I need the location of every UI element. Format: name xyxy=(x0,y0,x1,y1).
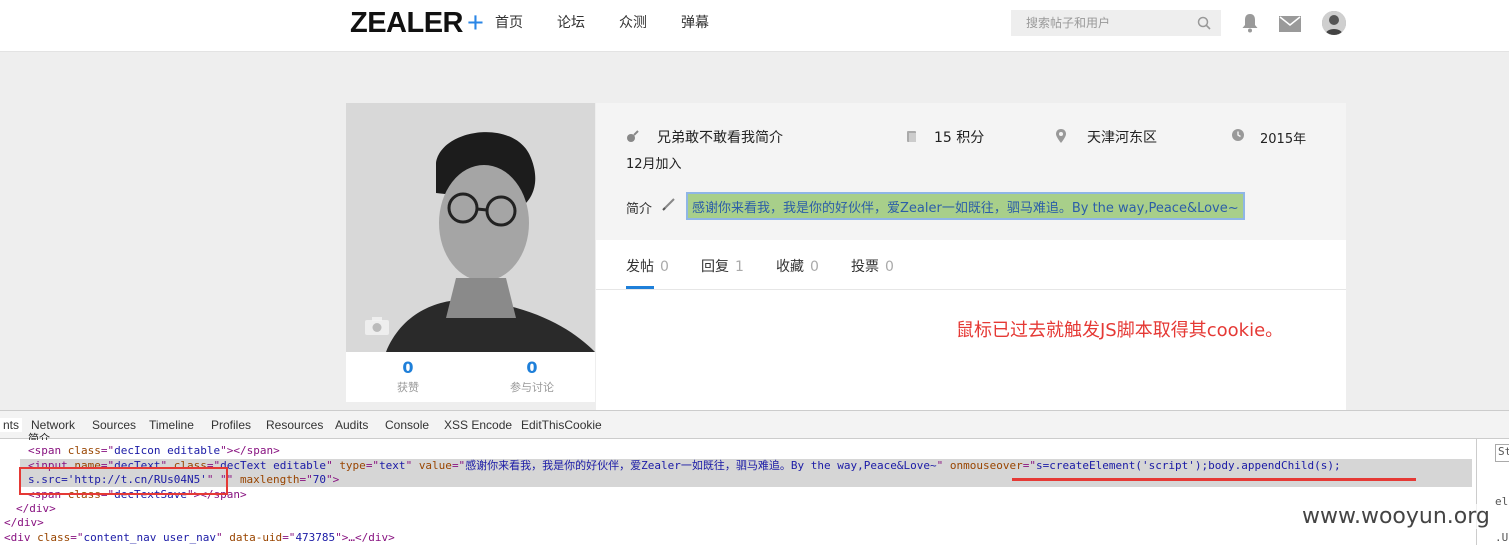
watermark: www.wooyun.org xyxy=(1302,504,1490,529)
devtools-tab-sources[interactable]: Sources xyxy=(92,418,136,432)
profile-location: 天津河东区 xyxy=(1087,130,1157,146)
site-logo[interactable]: ZEALER + xyxy=(350,7,484,40)
devtools-tab-resources[interactable]: Resources xyxy=(266,418,323,432)
gender-male-icon xyxy=(626,130,639,147)
devtools-tab-audits[interactable]: Audits xyxy=(335,418,368,432)
points-icon xyxy=(906,130,918,147)
devtools-tab-network[interactable]: Network xyxy=(31,418,75,432)
logo-plus: + xyxy=(467,7,484,39)
styles-filter-box[interactable]: St xyxy=(1495,444,1509,462)
camera-icon[interactable] xyxy=(364,316,390,340)
nav-danmaku[interactable]: 弹幕 xyxy=(681,12,709,32)
bio-label: 简介 xyxy=(626,202,653,217)
nav-crowdtest[interactable]: 众测 xyxy=(619,12,647,32)
pencil-icon[interactable] xyxy=(662,196,676,215)
tab-votes-count: 0 xyxy=(885,259,894,275)
likes-label: 获赞 xyxy=(397,381,419,394)
devtools-tab-profiles[interactable]: Profiles xyxy=(211,418,251,432)
dom-line-div-close-1[interactable]: </div> xyxy=(16,502,56,516)
red-highlight-box xyxy=(19,467,228,495)
joined-month: 12月加入 xyxy=(626,157,682,172)
discuss-label: 参与讨论 xyxy=(510,381,554,394)
devtools-tab-timeline[interactable]: Timeline xyxy=(149,418,194,432)
search-box xyxy=(1011,10,1221,36)
likes-stat[interactable]: 0 获赞 xyxy=(346,358,470,395)
portrait-image xyxy=(346,103,595,352)
bell-icon[interactable] xyxy=(1241,13,1259,37)
profile-photo xyxy=(346,103,595,352)
styles-sidebar: St el .U xyxy=(1476,439,1509,545)
tab-favorites[interactable]: 收藏 0 xyxy=(776,256,819,276)
dom-line-content-nav[interactable]: <div class="content_nav user_nav" data-u… xyxy=(4,531,395,545)
tab-posts-label: 发帖 xyxy=(626,259,654,275)
likes-count: 0 xyxy=(402,358,414,377)
devtools-tab-console[interactable]: Console xyxy=(385,418,429,432)
discuss-stat[interactable]: 0 参与讨论 xyxy=(470,358,594,395)
clock-icon xyxy=(1232,129,1244,145)
devtools-tabbar: nts Network Sources Timeline Profiles Re… xyxy=(0,411,1509,439)
dom-line-div-close-2[interactable]: </div> xyxy=(4,516,44,530)
red-underline xyxy=(1012,478,1416,481)
active-tab-indicator xyxy=(626,286,654,289)
tab-favorites-label: 收藏 xyxy=(776,259,804,275)
nav-forum[interactable]: 论坛 xyxy=(557,12,585,32)
profile-info: 兄弟敢不敢看我简介 15 积分 天津河东区 2015年 12月加入 简介 感谢你… xyxy=(596,103,1346,240)
tab-replies[interactable]: 回复 1 xyxy=(701,256,744,276)
profile-points: 15 积分 xyxy=(934,130,985,146)
search-icon[interactable] xyxy=(1197,15,1211,34)
mail-icon[interactable] xyxy=(1279,16,1301,36)
dom-line-span-icon[interactable]: <span class="decIcon editable"></span> xyxy=(28,444,280,458)
tab-votes[interactable]: 投票 0 xyxy=(851,256,894,276)
devtools-tab-xss-encode[interactable]: XSS Encode xyxy=(444,418,512,432)
joined-year: 2015年 xyxy=(1260,132,1307,147)
dom-line-input-selected[interactable]: <input name="decText" class="decText edi… xyxy=(20,459,1472,473)
profile-tabs: 发帖 0 回复 1 收藏 0 投票 0 xyxy=(596,240,1346,290)
location-icon xyxy=(1056,129,1066,147)
tab-votes-label: 投票 xyxy=(851,259,879,275)
tab-replies-label: 回复 xyxy=(701,259,729,275)
bio-text-field[interactable]: 感谢你来看我，我是你的好伙伴，爱Zealer一如既往，驷马难追。By the w… xyxy=(686,192,1245,220)
tab-replies-count: 1 xyxy=(735,259,744,275)
dom-line-0: 简介 xyxy=(28,432,50,440)
nav-home[interactable]: 首页 xyxy=(495,12,523,32)
search-input[interactable] xyxy=(1011,10,1186,36)
devtools-panel: nts Network Sources Timeline Profiles Re… xyxy=(0,410,1509,545)
styles-line-2: .U xyxy=(1495,531,1509,544)
logo-text: ZEALER xyxy=(350,7,464,39)
tab-favorites-count: 0 xyxy=(810,259,819,275)
profile-stats: 0 获赞 0 参与讨论 xyxy=(346,352,595,402)
styles-line-1: el xyxy=(1495,495,1509,508)
top-navbar: ZEALER + 首页 论坛 众测 弹幕 xyxy=(0,0,1509,52)
devtools-tab-elements[interactable]: nts xyxy=(0,418,23,432)
devtools-tab-editthiscookie[interactable]: EditThisCookie xyxy=(521,418,602,432)
tab-content: 鼠标已过去就触发JS脚本取得其cookie。 xyxy=(596,290,1346,410)
red-annotation: 鼠标已过去就触发JS脚本取得其cookie。 xyxy=(956,320,1284,341)
tab-posts[interactable]: 发帖 0 xyxy=(626,256,669,276)
tab-posts-count: 0 xyxy=(660,259,669,275)
discuss-count: 0 xyxy=(526,358,538,377)
profile-username: 兄弟敢不敢看我简介 xyxy=(657,130,783,146)
user-avatar[interactable] xyxy=(1322,11,1346,35)
